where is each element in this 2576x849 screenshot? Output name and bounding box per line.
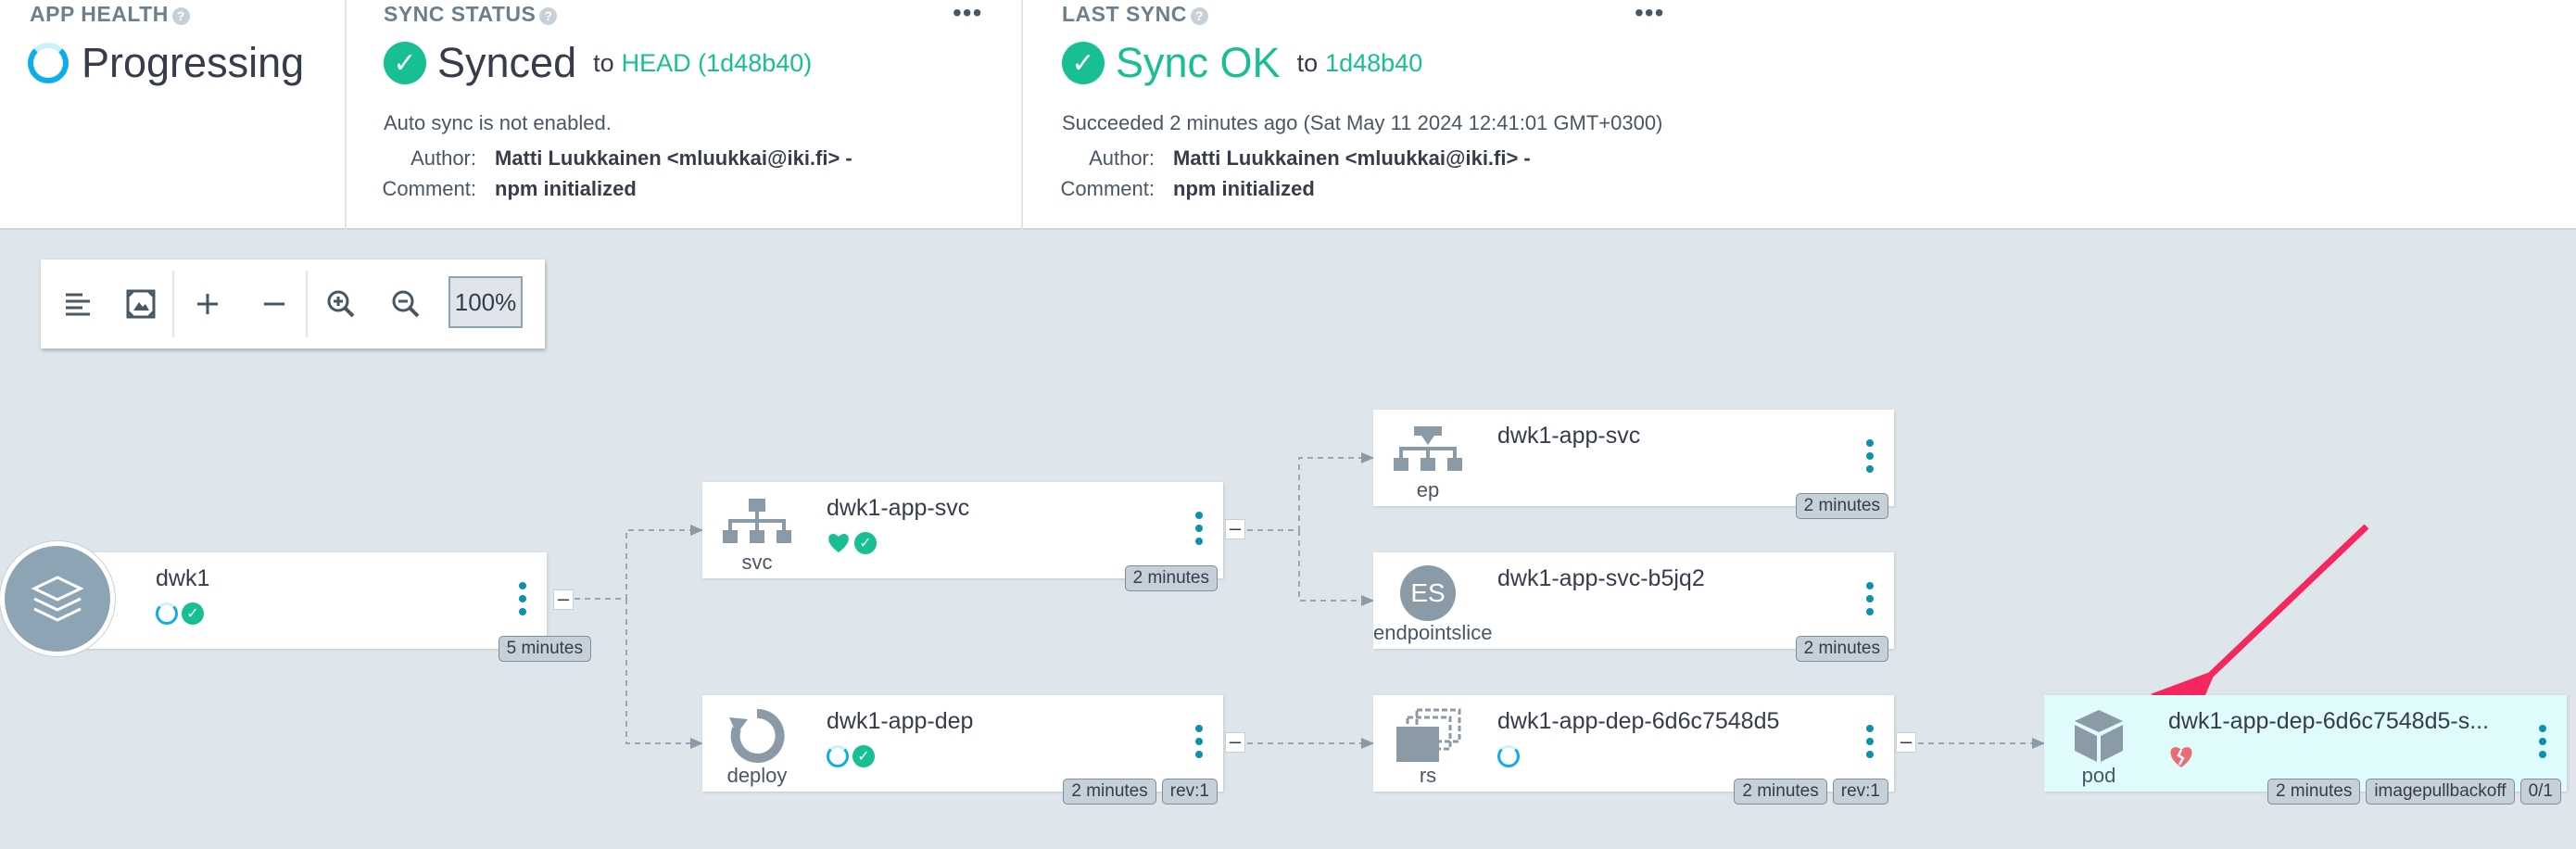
pod-icon (2061, 708, 2137, 764)
node-name: dwk1-app-dep (827, 708, 974, 734)
endpoints-icon (1390, 423, 1466, 478)
ep-node[interactable]: ep dwk1-app-svc 2 minutes (1373, 410, 1894, 519)
node-status (1497, 745, 1520, 767)
healthy-heart-icon (828, 534, 849, 552)
age-badge: 2 minutes (1124, 565, 1218, 591)
collapse-toggle[interactable]: – (1225, 731, 1245, 753)
node-menu-icon[interactable] (1866, 439, 1874, 473)
node-menu-icon[interactable] (2539, 725, 2546, 758)
node-kind: rs (1419, 764, 1437, 787)
node-menu-icon[interactable] (1866, 725, 1874, 758)
node-menu-icon[interactable] (1195, 725, 1203, 758)
age-badge: 2 minutes (1734, 779, 1827, 805)
endpointslice-icon: ES (1390, 565, 1466, 621)
deployment-icon (719, 708, 795, 764)
collapse-toggle[interactable]: – (1896, 731, 1916, 753)
age-badge: 5 minutes (498, 636, 591, 662)
progressing-icon (156, 602, 178, 625)
node-menu-icon[interactable] (1195, 512, 1203, 545)
status-reason-badge: imagepullbackoff (2366, 779, 2515, 805)
age-badge: 2 minutes (1063, 779, 1156, 805)
ready-count-badge: 0/1 (2519, 779, 2561, 805)
node-name: dwk1-app-dep-6d6c7548d5-s... (2168, 708, 2490, 734)
deploy-node[interactable]: deploy dwk1-app-dep ✓ 2 minutes rev:1 (702, 695, 1223, 805)
node-status (2168, 745, 2194, 769)
node-kind: pod (2081, 764, 2116, 787)
synced-check-icon: ✓ (182, 602, 204, 625)
node-status: ✓ (827, 532, 877, 554)
node-menu-icon[interactable] (1866, 582, 1874, 615)
revision-badge: rev:1 (1832, 779, 1888, 805)
age-badge: 2 minutes (1795, 636, 1888, 662)
node-menu-icon[interactable] (519, 582, 526, 615)
synced-check-icon: ✓ (852, 745, 875, 767)
endpointslice-node[interactable]: ES endpointslice dwk1-app-svc-b5jq2 2 mi… (1373, 552, 1894, 662)
node-kind: deploy (726, 764, 788, 787)
node-name: dwk1-app-svc-b5jq2 (1497, 565, 1705, 591)
progressing-icon (827, 745, 849, 767)
node-kind: svc (741, 551, 773, 574)
age-badge: 2 minutes (2267, 779, 2361, 805)
collapse-toggle[interactable]: – (1225, 518, 1245, 539)
annotation-arrow (2150, 524, 2369, 735)
node-status: ✓ (827, 745, 875, 767)
rs-node[interactable]: rs dwk1-app-dep-6d6c7548d5 2 minutes rev:… (1373, 695, 1894, 805)
pod-node[interactable]: pod dwk1-app-dep-6d6c7548d5-s... 2 minut… (2044, 695, 2567, 805)
degraded-broken-heart-icon (2170, 747, 2192, 767)
revision-badge: rev:1 (1161, 779, 1218, 805)
service-icon (719, 495, 795, 551)
application-icon[interactable] (0, 541, 115, 656)
age-badge: 2 minutes (1795, 493, 1888, 519)
svc-node[interactable]: svc dwk1-app-svc ✓ 2 minutes (702, 482, 1223, 591)
replicaset-icon (1390, 708, 1466, 764)
node-status: ✓ (156, 602, 204, 625)
node-name: dwk1-app-dep-6d6c7548d5 (1497, 708, 1780, 734)
node-name: dwk1-app-svc (1497, 423, 1641, 449)
node-name: dwk1 (156, 565, 210, 591)
node-kind: endpointslice (1373, 621, 1493, 644)
collapse-toggle[interactable]: – (553, 589, 574, 610)
node-kind: ep (1416, 478, 1440, 501)
node-name: dwk1-app-svc (827, 495, 970, 521)
synced-check-icon: ✓ (854, 532, 877, 554)
progressing-icon (1497, 745, 1520, 767)
